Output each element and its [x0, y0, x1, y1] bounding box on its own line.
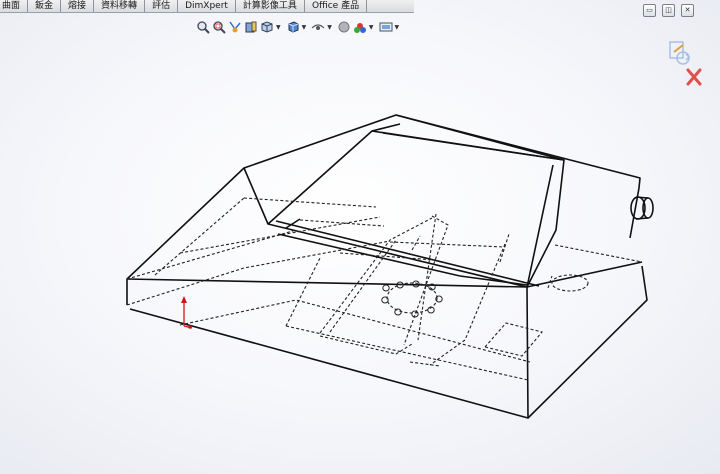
tab-sheet-metal[interactable]: 鈑金: [28, 0, 62, 12]
confirmation-corner: [668, 40, 704, 94]
restore-icon[interactable]: ▭: [643, 4, 656, 17]
window-controls: ▭ ◫ ✕: [643, 4, 694, 17]
view-settings-icon[interactable]: [379, 20, 393, 34]
tile-icon[interactable]: ◫: [662, 4, 675, 17]
tab-office-products[interactable]: Office 產品: [305, 0, 368, 12]
zoom-to-fit-icon[interactable]: [196, 20, 210, 34]
view-orientation-icon[interactable]: [260, 20, 274, 34]
display-style-icon[interactable]: [286, 20, 300, 34]
tab-render-tools[interactable]: 計算影像工具: [236, 0, 305, 12]
command-manager-tabs: 曲面 鈑金 熔接 資料移轉 評估 DimXpert 計算影像工具 Office …: [0, 0, 414, 13]
rebuild-icon[interactable]: [669, 41, 691, 65]
bolt-hole-pattern: [381, 280, 443, 318]
tab-evaluate[interactable]: 評估: [145, 0, 179, 12]
chevron-down-icon[interactable]: ▼: [395, 24, 400, 31]
zoom-to-area-icon[interactable]: [212, 20, 226, 34]
tab-dimxpert[interactable]: DimXpert: [178, 0, 236, 12]
apply-scene-icon[interactable]: [353, 20, 367, 34]
graphics-area[interactable]: [0, 0, 720, 474]
chevron-down-icon[interactable]: ▼: [369, 24, 374, 31]
cancel-icon[interactable]: [686, 68, 702, 86]
tab-surfaces[interactable]: 曲面: [0, 0, 29, 12]
heads-up-view-toolbar: ▼ ▼ ▼ ▼ ▼: [196, 18, 402, 36]
model-wireframe[interactable]: [126, 114, 654, 419]
tab-data-migration[interactable]: 資料移轉: [94, 0, 146, 12]
section-view-icon[interactable]: [244, 20, 258, 34]
hidden-lines: [126, 197, 643, 381]
close-icon[interactable]: ✕: [681, 4, 694, 17]
chevron-down-icon[interactable]: ▼: [276, 24, 281, 31]
tab-weldments[interactable]: 熔接: [61, 0, 95, 12]
hide-show-items-icon[interactable]: [311, 20, 325, 34]
previous-view-icon[interactable]: [228, 20, 242, 34]
chevron-down-icon[interactable]: ▼: [302, 24, 307, 31]
chevron-down-icon[interactable]: ▼: [327, 24, 332, 31]
edit-appearance-icon[interactable]: [337, 20, 351, 34]
